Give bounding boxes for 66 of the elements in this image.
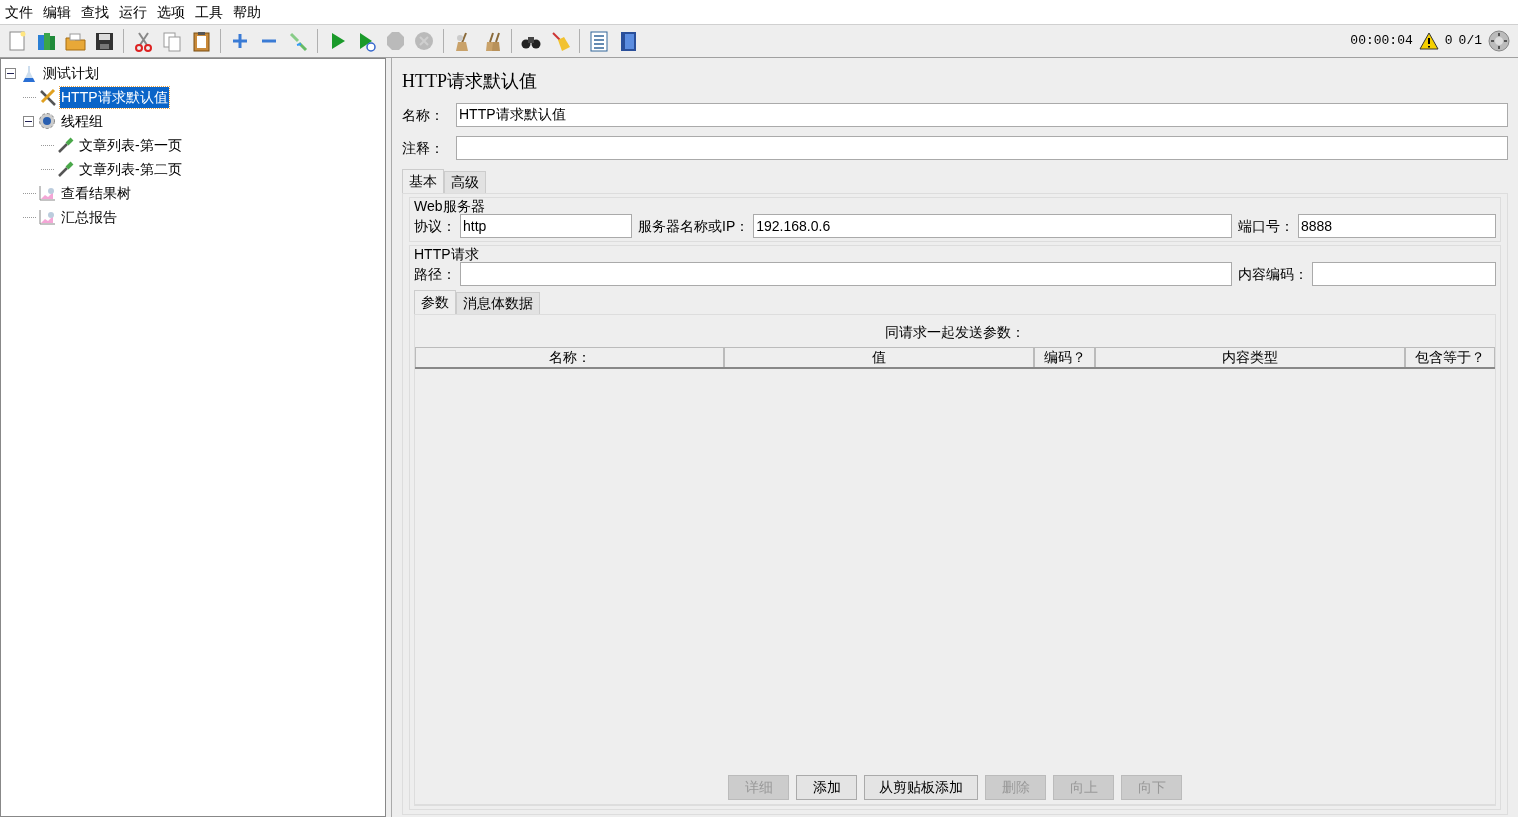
field-label: 服务器名称或IP：	[638, 216, 750, 236]
menu-item[interactable]: 运行	[118, 1, 148, 23]
warning-count: 0	[1444, 32, 1453, 51]
pipette-icon	[56, 136, 74, 154]
text-field[interactable]: 192.168.0.6	[753, 214, 1232, 238]
column-header[interactable]: 值	[724, 347, 1034, 367]
tree-item[interactable]: 查看结果树	[60, 182, 132, 204]
text-field[interactable]: http	[460, 214, 632, 238]
field-label: 内容编码：	[1238, 264, 1308, 284]
document-icon[interactable]	[6, 30, 28, 52]
chart-icon	[38, 184, 56, 202]
field-label: 注释：	[402, 138, 445, 158]
broom-icon[interactable]	[549, 30, 571, 52]
collapse-icon[interactable]	[5, 67, 16, 79]
column-header[interactable]: 内容类型	[1095, 347, 1405, 367]
menu-item[interactable]: 工具	[194, 1, 224, 23]
field-label: 名称：	[402, 105, 445, 125]
list-icon[interactable]	[588, 30, 610, 52]
text-field[interactable]	[460, 262, 1232, 286]
tab[interactable]: 参数	[414, 290, 456, 314]
pipette-icon	[56, 160, 74, 178]
table-caption: 同请求一起发送参数：	[884, 323, 1026, 342]
collapse-icon[interactable]	[23, 115, 34, 127]
tools-icon	[38, 88, 56, 106]
tree-item[interactable]: 文章列表-第一页	[78, 134, 183, 156]
gear-icon	[38, 112, 56, 130]
tree-item[interactable]: 文章列表-第二页	[78, 158, 183, 180]
menu-item[interactable]: 查找	[80, 1, 110, 23]
tab[interactable]: 消息体数据	[456, 292, 540, 314]
clipboard-icon[interactable]	[190, 30, 212, 52]
field-label: 端口号：	[1238, 216, 1294, 236]
text-field[interactable]	[456, 136, 1508, 160]
text-field[interactable]	[1312, 262, 1496, 286]
menu-item[interactable]: 编辑	[42, 1, 72, 23]
scissors-icon[interactable]	[132, 30, 154, 52]
folder-icon[interactable]	[64, 30, 86, 52]
field-label: 协议：	[414, 216, 456, 236]
action-button[interactable]: 从剪贴板添加	[864, 775, 978, 800]
warning-icon[interactable]	[1418, 32, 1439, 50]
tree-item[interactable]: 测试计划	[42, 62, 100, 84]
copy-icon[interactable]	[161, 30, 183, 52]
status-indicator-icon	[1488, 30, 1510, 52]
group-legend: HTTP请求	[414, 246, 1496, 262]
field-label: 路径：	[414, 264, 456, 284]
action-button[interactable]: 添加	[796, 775, 857, 800]
tab[interactable]: 基本	[402, 169, 444, 193]
tree-item[interactable]: 线程组	[60, 110, 104, 132]
tab[interactable]: 高级	[444, 171, 486, 193]
text-field[interactable]: HTTP请求默认值	[456, 103, 1508, 127]
column-header[interactable]: 编码？	[1034, 347, 1095, 367]
text-field[interactable]: 8888	[1298, 214, 1496, 238]
tree-item[interactable]: HTTP请求默认值	[60, 86, 169, 108]
elapsed-time: 00:00:04	[1350, 32, 1413, 51]
flask-icon	[20, 64, 38, 82]
menu-item[interactable]: 选项	[156, 1, 186, 23]
tree-item[interactable]: 汇总报告	[60, 206, 118, 228]
books-icon[interactable]	[35, 30, 57, 52]
column-header[interactable]: 包含等于？	[1405, 347, 1495, 367]
menu-item[interactable]: 帮助	[232, 1, 262, 23]
panel-title: HTTP请求默认值	[402, 70, 538, 93]
pipettes-icon[interactable]	[287, 30, 309, 52]
chart-icon	[38, 208, 56, 226]
group-legend: Web服务器	[414, 198, 1496, 214]
column-header[interactable]: 名称：	[415, 347, 724, 367]
menu-item[interactable]: 文件	[4, 1, 34, 23]
thread-count: 0/1	[1458, 32, 1482, 51]
